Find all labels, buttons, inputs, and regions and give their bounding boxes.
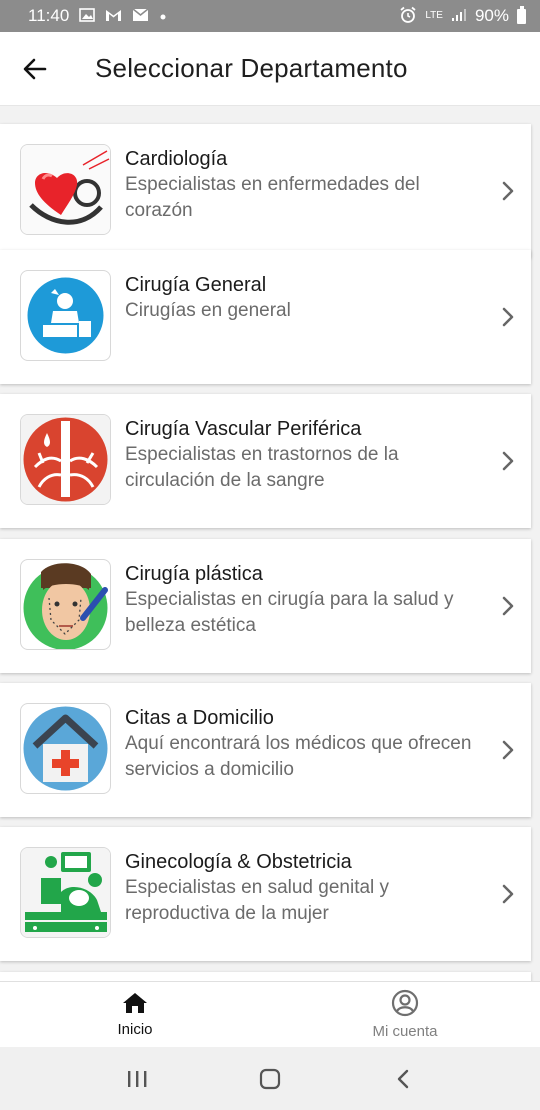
department-subtitle: Especialistas en cirugía para la salud y…: [125, 589, 454, 636]
home-medical-icon: [20, 703, 111, 794]
status-bar: 11:40 LTE 90%: [0, 0, 540, 32]
alarm-icon: [399, 6, 417, 26]
app-bar: Seleccionar Departamento: [0, 32, 540, 106]
chevron-right-icon: [502, 596, 514, 616]
department-list[interactable]: Cardiología Especialistas en enfermedade…: [0, 106, 540, 981]
back-system-button[interactable]: [373, 1054, 433, 1104]
back-chevron-icon: [398, 1069, 409, 1088]
nav-home-label: Inicio: [117, 1021, 153, 1038]
ultrasound-icon: [20, 847, 111, 938]
department-subtitle: Especialistas en enfermedades del corazó…: [125, 174, 420, 221]
nav-account[interactable]: Mi cuenta: [270, 982, 540, 1047]
signal-icon: [451, 8, 467, 24]
department-item-cardiologia[interactable]: Cardiología Especialistas en enfermedade…: [0, 124, 531, 258]
department-title: Cardiología: [125, 148, 228, 170]
nav-home[interactable]: Inicio: [0, 982, 270, 1047]
department-subtitle: Especialistas en trastornos de la circul…: [125, 444, 399, 491]
arrow-left-icon: [23, 58, 47, 79]
department-subtitle: Cirugías en general: [125, 300, 291, 321]
blood-vessel-icon: [20, 414, 111, 505]
chevron-right-icon: [502, 740, 514, 760]
chevron-right-icon: [502, 307, 514, 327]
chevron-right-icon: [502, 451, 514, 471]
battery-icon: [517, 5, 526, 24]
page-title: Seleccionar Departamento: [95, 53, 408, 83]
back-button[interactable]: [0, 32, 70, 106]
lte-label: LTE: [425, 10, 443, 21]
department-title: Cirugía plástica: [125, 563, 263, 585]
status-time: 11:40: [28, 6, 70, 25]
home-icon: [123, 993, 147, 1013]
department-item-cirugia-general[interactable]: Cirugía General Cirugías en general: [0, 250, 531, 384]
bottom-navigation: Inicio Mi cuenta: [0, 981, 540, 1047]
department-item-ginecologia[interactable]: Ginecología & Obstetricia Especialistas …: [0, 827, 531, 961]
surgeon-icon: [20, 270, 111, 361]
gmail-icon: [105, 9, 122, 24]
home-system-button[interactable]: [240, 1054, 300, 1104]
image-icon: [79, 8, 96, 24]
face-surgery-icon: [20, 559, 111, 650]
chevron-right-icon: [502, 884, 514, 904]
mail-icon: [132, 8, 149, 24]
department-subtitle: Aquí encontrará los médicos que ofrecen …: [125, 733, 472, 780]
chevron-right-icon: [502, 181, 514, 201]
heart-stethoscope-icon: [20, 144, 111, 235]
nav-account-label: Mi cuenta: [372, 1023, 438, 1040]
department-item-partial[interactable]: [0, 972, 531, 981]
battery-percentage: 90%: [474, 6, 509, 25]
department-title: Ginecología & Obstetricia: [125, 851, 352, 873]
account-circle-icon: [391, 989, 419, 1017]
dot-icon: [159, 9, 167, 23]
system-navigation-bar: [0, 1047, 540, 1110]
recent-apps-icon: [127, 1070, 147, 1087]
department-item-citas-domicilio[interactable]: Citas a Domicilio Aquí encontrará los mé…: [0, 683, 531, 817]
department-title: Citas a Domicilio: [125, 707, 274, 729]
department-item-cirugia-vascular[interactable]: Cirugía Vascular Periférica Especialista…: [0, 394, 531, 528]
department-title: Cirugía General: [125, 274, 267, 296]
home-square-icon: [259, 1068, 281, 1089]
department-title: Cirugía Vascular Periférica: [125, 418, 362, 440]
recent-apps-button[interactable]: [107, 1054, 167, 1104]
department-subtitle: Especialistas en salud genital y reprodu…: [125, 877, 390, 924]
department-item-cirugia-plastica[interactable]: Cirugía plástica Especialistas en cirugí…: [0, 539, 531, 673]
